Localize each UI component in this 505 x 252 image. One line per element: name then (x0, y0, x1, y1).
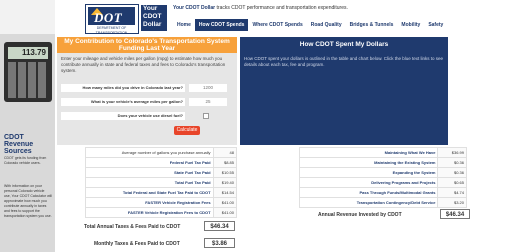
spend-intro: How CDOT spent your dollars is outlined … (244, 56, 444, 67)
calculator-display: 113.79 (8, 47, 48, 59)
sidebar-text-funding: CDOT gets its funding from Colorado vehi… (4, 156, 47, 165)
table-row: Average number of gallons you purchase a… (85, 147, 238, 158)
taxes-link[interactable]: Federal Fuel Tax Paid (85, 157, 214, 168)
spending-link[interactable]: Pass Through Funds/Multimodal Grants (298, 187, 439, 198)
taxes-label: Average number of gallons you purchase a… (85, 147, 214, 158)
table-row: Federal Fuel Tax Paid $8.85 (85, 157, 238, 168)
nav-mobility[interactable]: Mobility (397, 19, 424, 31)
logo-mark: DOT (88, 7, 135, 25)
taxes-link[interactable]: FASTER Vehicle Registration Fees to CDOT (85, 207, 214, 218)
monthly-taxes-label: Monthly Taxes & Fees Paid to CDOT (94, 241, 180, 247)
spending-link[interactable]: Delivering Programs and Projects (298, 177, 439, 188)
taxes-table: Average number of gallons you purchase a… (85, 147, 238, 218)
nav-safety[interactable]: Safety (424, 19, 447, 31)
spending-link[interactable]: Expanding the System (298, 167, 439, 178)
sidebar-title: CDOT Revenue Sources (4, 134, 34, 155)
nav-road-quality[interactable]: Road Quality (307, 19, 346, 31)
logo-department: DEPARTMENT OF TRANSPORTATION (95, 26, 128, 35)
spending-value: $3.20 (437, 197, 467, 208)
miles-question: How many miles did you drive in Colorado… (61, 84, 185, 92)
spending-value: $36.99 (437, 147, 467, 158)
spending-table: Maintaining What We Have $36.99 Maintaini… (298, 147, 467, 208)
spending-value: $0.65 (437, 177, 467, 188)
calculate-button[interactable]: Calculate (174, 126, 200, 135)
spending-value: $4.74 (437, 187, 467, 198)
logo-text: DOT (94, 10, 123, 25)
annual-invested-value: $46.34 (440, 209, 470, 219)
spending-value: $0.36 (437, 157, 467, 168)
taxes-value: $8.85 (212, 157, 238, 168)
nav-bridges-tunnels[interactable]: Bridges & Tunnels (346, 19, 398, 31)
calculator-keys (8, 62, 48, 98)
table-row: Total Fuel Tax Paid $19.40 (85, 177, 238, 188)
taxes-link[interactable]: State Fuel Tax Paid (85, 167, 214, 178)
table-row: Transportation Contingency/Debt Service $… (298, 197, 467, 208)
spending-link[interactable]: Transportation Contingency/Debt Service (298, 197, 439, 208)
mpg-question: What is your vehicle's average miles per… (61, 98, 185, 106)
taxes-value: $41.00 (212, 197, 238, 208)
table-row: Maintaining the Existing System $0.36 (298, 157, 467, 168)
contribution-panel: My Contribution to Colorado's Transporta… (57, 37, 237, 145)
spending-value: $0.36 (437, 167, 467, 178)
table-row: Maintaining What We Have $36.99 (298, 147, 467, 158)
taxes-value: $10.55 (212, 167, 238, 178)
annual-taxes-label: Total Annual Taxes & Fees Paid to CDOT (84, 224, 181, 230)
table-row: Expanding the System $0.36 (298, 167, 467, 178)
spending-link[interactable]: Maintaining the Existing System (298, 157, 439, 168)
miles-input[interactable]: 1200 (189, 84, 227, 92)
taxes-value: $41.00 (212, 207, 238, 218)
contribution-title: My Contribution to Colorado's Transporta… (57, 37, 237, 53)
table-row: Pass Through Funds/Multimodal Grants $4.7… (298, 187, 467, 198)
taxes-value: 48 (212, 147, 238, 158)
table-row: Delivering Programs and Projects $0.65 (298, 177, 467, 188)
taxes-link[interactable]: Total Fuel Tax Paid (85, 177, 214, 188)
calculator-image: 113.79 (4, 42, 52, 102)
monthly-taxes-value: $3.86 (204, 238, 235, 248)
spending-link[interactable]: Maintaining What We Have (298, 147, 439, 158)
spend-panel: How CDOT Spent My Dollars How CDOT spent… (240, 37, 448, 145)
main-nav: Home How CDOT Spends Where CDOT Spends R… (173, 19, 447, 31)
nav-how-cdot-spends[interactable]: How CDOT Spends (194, 19, 249, 31)
contribution-intro: Enter your mileage and vehicle miles per… (61, 56, 226, 73)
taxes-link[interactable]: FASTER Vehicle Registration Fees (85, 197, 214, 208)
spend-title: How CDOT Spent My Dollars (299, 41, 389, 48)
table-row: State Fuel Tax Paid $10.55 (85, 167, 238, 178)
annual-invested-label: Annual Revenue Invested by CDOT (318, 212, 402, 218)
table-row: FASTER Vehicle Registration Fees to CDOT… (85, 207, 238, 218)
diesel-question: Does your vehicle use diesel fuel? (61, 112, 185, 120)
taxes-link[interactable]: Total Federal and State Fuel Tax Paid to… (85, 187, 214, 198)
nav-home[interactable]: Home (173, 19, 195, 31)
brand-block: Your CDOT Dollar (141, 5, 167, 31)
sidebar-text-calculator: With information on your personal Colora… (4, 184, 52, 218)
tagline: Your CDOT Dollar tracks CDOT performance… (173, 5, 348, 11)
cdot-logo[interactable]: DOT DEPARTMENT OF TRANSPORTATION (85, 4, 139, 35)
taxes-value: $19.40 (212, 177, 238, 188)
diesel-checkbox[interactable] (203, 113, 209, 119)
nav-where-cdot-spends[interactable]: Where CDOT Spends (248, 19, 306, 31)
mpg-input[interactable]: 25 (189, 98, 227, 106)
table-row: Total Federal and State Fuel Tax Paid to… (85, 187, 238, 198)
annual-taxes-value: $46.34 (204, 221, 235, 231)
sidebar: 113.79 CDOT Revenue Sources CDOT gets it… (0, 34, 55, 252)
taxes-value: $14.54 (212, 187, 238, 198)
table-row: FASTER Vehicle Registration Fees $41.00 (85, 197, 238, 208)
header: DOT DEPARTMENT OF TRANSPORTATION Your CD… (55, 0, 505, 35)
